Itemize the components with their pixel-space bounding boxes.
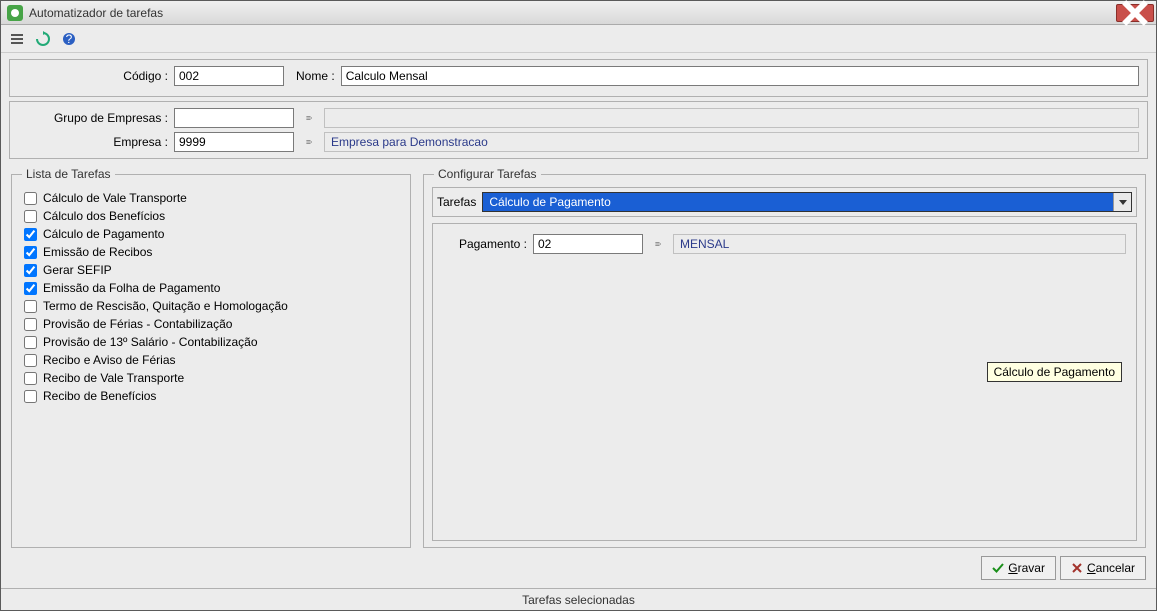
check-item: Emissão da Folha de Pagamento (24, 279, 398, 297)
check-item: Cálculo dos Benefícios (24, 207, 398, 225)
help-icon: ? (61, 31, 77, 47)
tarefas-label: Tarefas (437, 195, 476, 209)
empresa-lookup-button[interactable] (300, 133, 318, 151)
task-checkbox[interactable] (24, 264, 37, 277)
content-area: Código : Nome : Grupo de Empresas : Empr… (1, 53, 1156, 588)
task-checkbox[interactable] (24, 336, 37, 349)
check-item: Provisão de 13º Salário - Contabilização (24, 333, 398, 351)
titlebar: Automatizador de tarefas (1, 1, 1156, 25)
task-checkbox[interactable] (24, 192, 37, 205)
dual-pane: Lista de Tarefas Cálculo de Vale Transpo… (9, 163, 1148, 548)
grupo-lookup-button[interactable] (300, 109, 318, 127)
toolbar: ? (1, 25, 1156, 53)
gravar-button[interactable]: Gravar (981, 556, 1056, 580)
pagamento-desc: MENSAL (673, 234, 1126, 254)
checklist: Cálculo de Vale TransporteCálculo dos Be… (20, 187, 402, 407)
empresa-label: Empresa : (18, 135, 168, 149)
toolbar-btn-1[interactable] (7, 29, 27, 49)
config-inner: Pagamento : MENSAL Cálculo de Pagamento (432, 223, 1137, 541)
check-item: Recibo e Aviso de Férias (24, 351, 398, 369)
statusbar: Tarefas selecionadas (1, 588, 1156, 610)
toolbar-btn-help[interactable]: ? (59, 29, 79, 49)
check-item: Provisão de Férias - Contabilização (24, 315, 398, 333)
lista-tarefas-fieldset: Lista de Tarefas Cálculo de Vale Transpo… (11, 167, 411, 548)
empresa-group: Grupo de Empresas : Empresa : Empresa pa… (9, 101, 1148, 159)
task-label: Recibo de Vale Transporte (43, 369, 184, 387)
lookup-icon (306, 139, 312, 145)
check-icon (992, 562, 1004, 574)
codigo-input[interactable] (174, 66, 284, 86)
header-group: Código : Nome : (9, 59, 1148, 97)
cancelar-button[interactable]: Cancelar (1060, 556, 1146, 580)
list-icon (9, 31, 25, 47)
config-legend: Configurar Tarefas (434, 167, 541, 181)
task-label: Cálculo dos Benefícios (43, 207, 165, 225)
lista-legend: Lista de Tarefas (22, 167, 115, 181)
close-button[interactable] (1116, 4, 1154, 22)
task-checkbox[interactable] (24, 390, 37, 403)
nome-input[interactable] (341, 66, 1139, 86)
pagamento-lookup-button[interactable] (649, 235, 667, 253)
tooltip: Cálculo de Pagamento (987, 362, 1122, 382)
check-item: Recibo de Benefícios (24, 387, 398, 405)
task-label: Emissão de Recibos (43, 243, 152, 261)
check-item: Recibo de Vale Transporte (24, 369, 398, 387)
task-checkbox[interactable] (24, 228, 37, 241)
empresa-input[interactable] (174, 132, 294, 152)
tarefas-row: Tarefas Cálculo de Pagamento (432, 187, 1137, 217)
check-item: Cálculo de Pagamento (24, 225, 398, 243)
gravar-label: Gravar (1008, 561, 1045, 575)
task-label: Provisão de Férias - Contabilização (43, 315, 232, 333)
task-label: Recibo e Aviso de Férias (43, 351, 176, 369)
app-window: Automatizador de tarefas ? Código : Nome… (0, 0, 1157, 611)
configurar-tarefas-fieldset: Configurar Tarefas Tarefas Cálculo de Pa… (423, 167, 1146, 548)
task-label: Gerar SEFIP (43, 261, 112, 279)
dropdown-arrow[interactable] (1113, 193, 1131, 211)
task-checkbox[interactable] (24, 318, 37, 331)
app-icon (7, 5, 23, 21)
task-label: Cálculo de Pagamento (43, 225, 164, 243)
svg-text:?: ? (66, 32, 73, 46)
task-checkbox[interactable] (24, 300, 37, 313)
task-label: Provisão de 13º Salário - Contabilização (43, 333, 258, 351)
task-label: Recibo de Benefícios (43, 387, 156, 405)
tarefas-value: Cálculo de Pagamento (489, 195, 610, 209)
refresh-icon (35, 31, 51, 47)
grupo-label: Grupo de Empresas : (18, 111, 168, 125)
grupo-input[interactable] (174, 108, 294, 128)
check-item: Emissão de Recibos (24, 243, 398, 261)
check-item: Cálculo de Vale Transporte (24, 189, 398, 207)
lookup-icon (655, 241, 661, 247)
task-label: Cálculo de Vale Transporte (43, 189, 187, 207)
chevron-down-icon (1118, 197, 1128, 207)
task-checkbox[interactable] (24, 372, 37, 385)
check-item: Termo de Rescisão, Quitação e Homologaçã… (24, 297, 398, 315)
nome-label: Nome : (296, 69, 335, 83)
task-checkbox[interactable] (24, 354, 37, 367)
grupo-desc (324, 108, 1139, 128)
task-label: Emissão da Folha de Pagamento (43, 279, 220, 297)
check-item: Gerar SEFIP (24, 261, 398, 279)
toolbar-btn-2[interactable] (33, 29, 53, 49)
cancelar-label: Cancelar (1087, 561, 1135, 575)
task-label: Termo de Rescisão, Quitação e Homologaçã… (43, 297, 288, 315)
lookup-icon (306, 115, 312, 121)
x-icon (1071, 562, 1083, 574)
task-checkbox[interactable] (24, 246, 37, 259)
window-title: Automatizador de tarefas (27, 6, 1116, 20)
task-checkbox[interactable] (24, 282, 37, 295)
pagamento-label: Pagamento : (443, 237, 527, 251)
task-checkbox[interactable] (24, 210, 37, 223)
tarefas-select[interactable]: Cálculo de Pagamento (482, 192, 1132, 212)
button-bar: Gravar Cancelar (9, 552, 1148, 584)
empresa-desc: Empresa para Demonstracao (324, 132, 1139, 152)
pagamento-input[interactable] (533, 234, 643, 254)
codigo-label: Código : (18, 69, 168, 83)
